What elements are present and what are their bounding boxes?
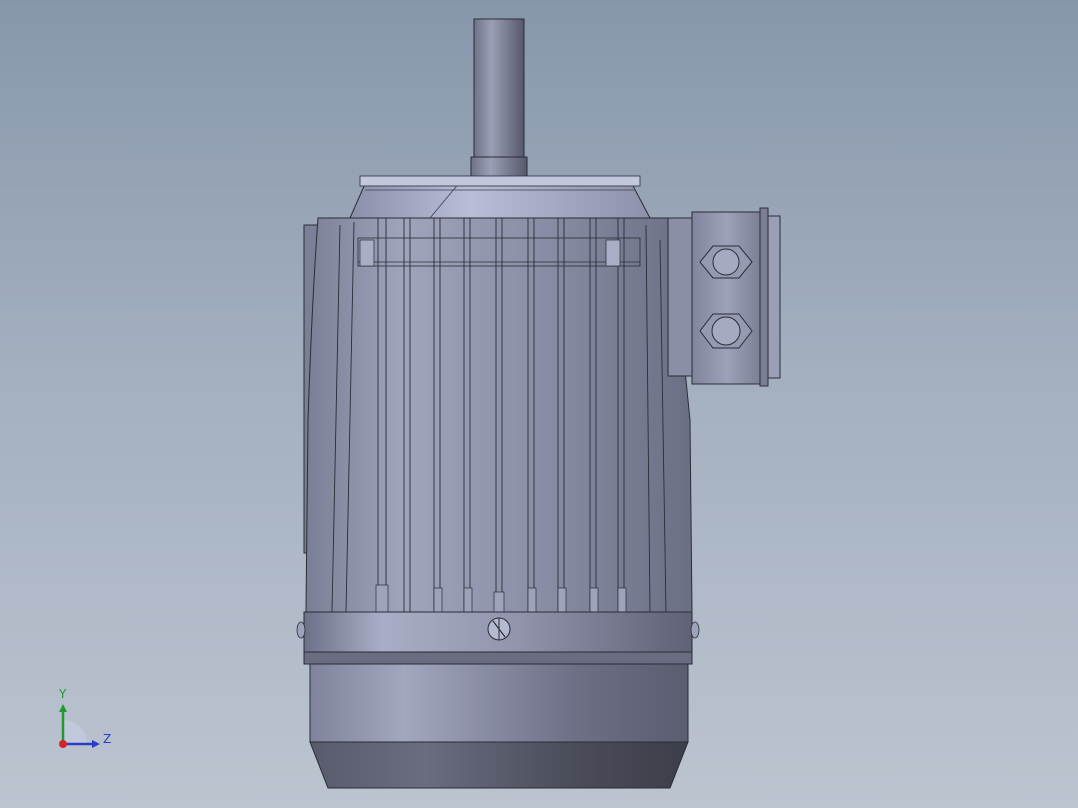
- z-axis-label: Z: [103, 732, 112, 746]
- stator-body: [305, 217, 693, 613]
- graphics-viewport[interactable]: Y Z: [0, 0, 1078, 808]
- flange-ring: [296, 611, 700, 665]
- shaft: [470, 18, 528, 178]
- x-axis-dot: [59, 740, 67, 748]
- y-axis-label: Y: [59, 687, 67, 701]
- screw: [487, 617, 511, 641]
- terminal-box: [667, 207, 781, 387]
- motor-model[interactable]: [0, 0, 1078, 808]
- end-shield-top: [349, 175, 651, 219]
- axis-triad: Y Z: [48, 684, 128, 754]
- fan-cover: [309, 663, 689, 789]
